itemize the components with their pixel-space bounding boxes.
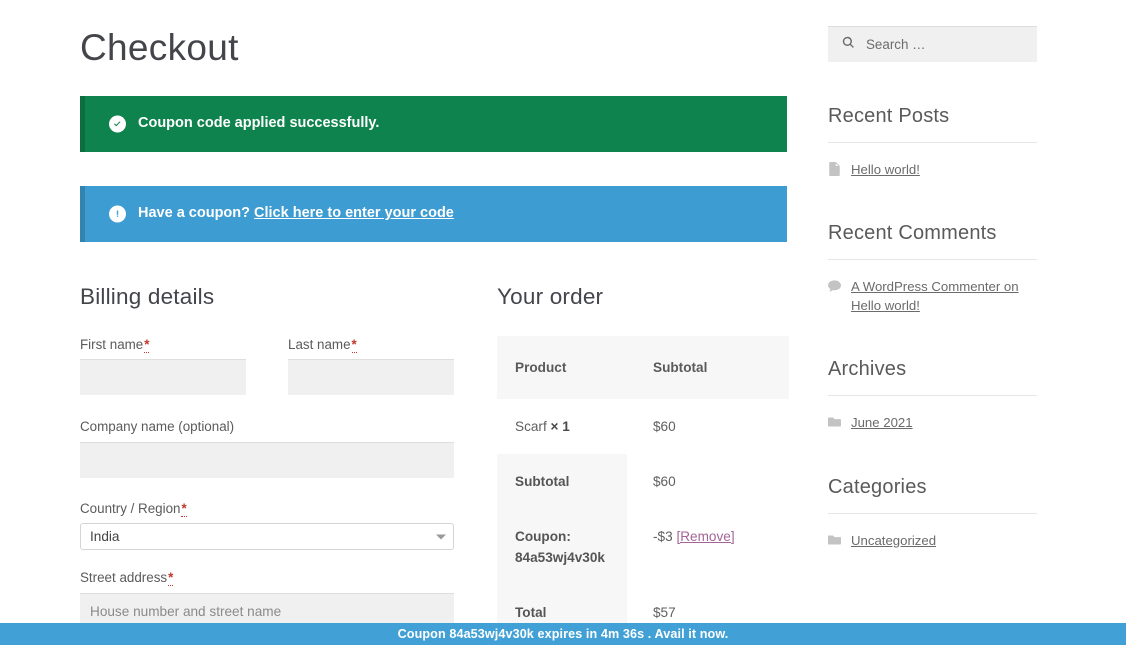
widget-title: Categories <box>828 475 927 498</box>
page-title: Checkout <box>80 27 239 68</box>
order-item-title: Scarf <box>515 418 547 434</box>
first-name-input[interactable] <box>80 359 246 396</box>
checkout-page: Checkout Coupon code applied successfull… <box>0 0 1126 645</box>
folder-icon <box>828 533 841 547</box>
divider <box>828 395 1037 397</box>
search-box[interactable]: Search … <box>828 26 1037 62</box>
order-table-foot: Subtotal $60 Coupon: 84a53wj4v30k -$3 [R… <box>497 454 789 641</box>
sidebar: Search … Recent Posts Hello world! Recen… <box>828 0 1037 565</box>
category-link[interactable]: Uncategorized <box>851 531 936 550</box>
divider <box>828 142 1037 143</box>
recent-comment-link[interactable]: A WordPress Commenter on Hello world! <box>851 277 1037 315</box>
checkout-columns: Billing details First name* Last name* C… <box>80 284 790 644</box>
name-row: First name* Last name* <box>80 336 454 410</box>
street-address-label: Street address* <box>80 569 454 587</box>
coupon-discount-value: -$3 <box>653 529 673 545</box>
first-name-label-text: First name <box>80 336 144 352</box>
column-header-product: Product <box>497 335 627 399</box>
coupon-form-notice: Have a coupon? Click here to enter your … <box>80 186 787 242</box>
order-item-qty: × 1 <box>550 418 570 434</box>
coupon-label: Coupon: 84a53wj4v30k <box>497 509 627 586</box>
comment-icon <box>828 279 841 293</box>
required-marker: * <box>351 336 357 353</box>
widget-categories: Categories Uncategorized <box>828 476 1037 550</box>
street-address-field: Street address* <box>80 569 454 629</box>
archive-link[interactable]: June 2021 <box>851 413 913 432</box>
folder-icon <box>828 415 841 429</box>
subtotal-value: $60 <box>627 454 789 510</box>
first-name-label: First name* <box>80 336 246 353</box>
search-icon <box>842 36 855 54</box>
required-marker: * <box>144 336 150 353</box>
list-item: Hello world! <box>828 160 1037 179</box>
check-circle-icon <box>109 115 126 133</box>
company-name-label-text: Company name (optional) <box>80 419 235 435</box>
remove-coupon-link[interactable]: [Remove] <box>676 529 734 544</box>
coupon-countdown-text: Coupon 84a53wj4v30k expires in 4m 36s . … <box>397 627 729 641</box>
table-header-row: Product Subtotal <box>497 335 789 399</box>
order-heading: Your order <box>497 283 604 309</box>
required-marker: * <box>181 500 187 517</box>
last-name-label: Last name* <box>288 336 454 353</box>
company-name-input[interactable] <box>80 441 454 478</box>
order-item-name: Scarf × 1 <box>497 398 627 455</box>
table-row: Subtotal $60 <box>497 454 789 510</box>
divider <box>828 512 1037 514</box>
categories-list: Uncategorized <box>828 531 1037 550</box>
list-item: A WordPress Commenter on Hello world! <box>828 277 1037 315</box>
widget-recent-comments: Recent Comments A WordPress Commenter on… <box>828 222 1037 315</box>
country-select-wrapper[interactable]: India <box>80 523 454 551</box>
coupon-value-cell: -$3 [Remove] <box>627 509 789 586</box>
archives-list: June 2021 <box>828 413 1037 432</box>
order-item-subtotal: $60 <box>627 398 789 455</box>
last-name-label-text: Last name <box>288 336 351 352</box>
table-row: Coupon: 84a53wj4v30k -$3 [Remove] <box>497 509 789 586</box>
order-table-body: Scarf × 1 $60 <box>497 398 789 455</box>
country-field: Country / Region* India <box>80 500 454 551</box>
main-content: Checkout Coupon code applied successfull… <box>80 0 790 644</box>
list-item: June 2021 <box>828 413 1037 432</box>
order-table-head: Product Subtotal <box>497 335 789 399</box>
billing-details-section: Billing details First name* Last name* C… <box>80 284 454 644</box>
billing-heading: Billing details <box>80 283 215 309</box>
order-review-section: Your order Product Subtotal Scarf × 1 $6… <box>497 284 789 644</box>
last-name-input[interactable] <box>288 359 454 396</box>
widget-recent-posts: Recent Posts Hello world! <box>828 105 1037 179</box>
list-item: Uncategorized <box>828 531 1037 550</box>
country-select[interactable]: India <box>80 523 454 551</box>
widget-title: Recent Comments <box>828 222 997 245</box>
divider <box>828 259 1037 261</box>
document-icon <box>828 162 841 176</box>
widget-archives: Archives June 2021 <box>828 358 1037 432</box>
country-label-text: Country / Region <box>80 500 181 516</box>
coupon-countdown-bar: Coupon 84a53wj4v30k expires in 4m 36s . … <box>0 623 1126 645</box>
recent-posts-list: Hello world! <box>828 160 1037 179</box>
coupon-prompt-text: Have a coupon? <box>138 205 250 222</box>
widget-title: Recent Posts <box>828 105 950 127</box>
company-name-field: Company name (optional) <box>80 418 454 478</box>
subtotal-label: Subtotal <box>497 454 627 510</box>
coupon-success-text: Coupon code applied successfully. <box>138 115 380 132</box>
first-name-field: First name* <box>80 336 246 396</box>
last-name-field: Last name* <box>288 336 454 396</box>
recent-comments-list: A WordPress Commenter on Hello world! <box>828 277 1037 315</box>
search-input-placeholder[interactable]: Search … <box>866 37 926 52</box>
chevron-down-icon <box>436 534 446 540</box>
widget-title: Archives <box>828 358 907 381</box>
recent-post-link[interactable]: Hello world! <box>851 160 920 179</box>
exclamation-circle-icon <box>109 205 126 223</box>
show-coupon-form-link[interactable]: Click here to enter your code <box>254 205 454 221</box>
street-address-label-text: Street address <box>80 570 168 586</box>
table-row: Scarf × 1 $60 <box>497 398 789 455</box>
company-name-label: Company name (optional) <box>80 418 454 435</box>
country-label: Country / Region* <box>80 500 454 517</box>
column-header-subtotal: Subtotal <box>627 335 789 399</box>
coupon-success-notice: Coupon code applied successfully. <box>80 96 787 153</box>
order-review-table: Product Subtotal Scarf × 1 $60 Subtotal … <box>497 335 789 641</box>
required-marker: * <box>168 570 174 587</box>
